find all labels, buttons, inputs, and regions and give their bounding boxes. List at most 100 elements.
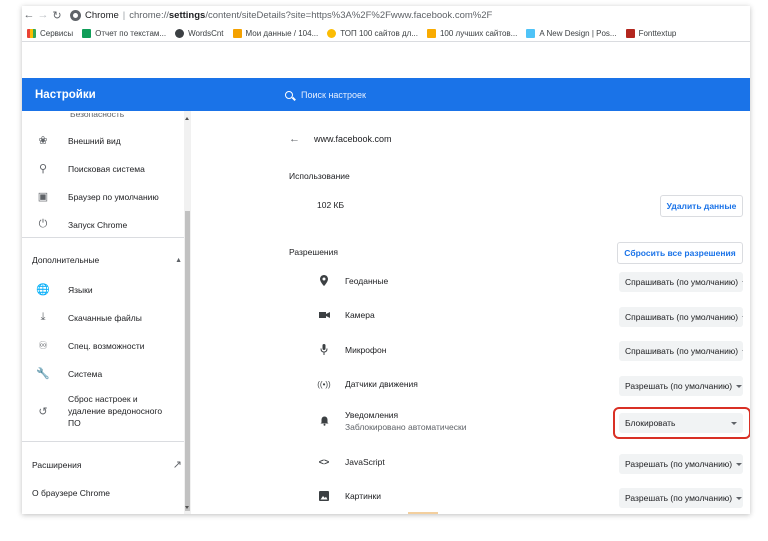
- bookmark-item[interactable]: WordsCnt: [175, 28, 224, 38]
- permission-text: Уведомления Заблокировано автоматически: [345, 410, 466, 432]
- scroll-down-arrow-icon[interactable]: [185, 506, 189, 509]
- scroll-indicator: [408, 512, 438, 514]
- permissions-heading: Разрешения: [289, 247, 338, 257]
- folder-orange-icon: [232, 28, 242, 38]
- sidebar-item-accessibility[interactable]: ♾ Спец. возможности: [22, 339, 190, 352]
- sidebar-item-languages[interactable]: 🌐 Языки: [22, 283, 190, 296]
- usage-heading: Использование: [289, 171, 350, 181]
- chevron-down-icon: [742, 349, 743, 353]
- permission-select-motion-sensors[interactable]: Разрешать (по умолчанию): [619, 376, 743, 396]
- settings-header: Настройки: [22, 78, 750, 111]
- sidebar-item-search-engine[interactable]: ⚲ Поисковая система: [22, 162, 190, 175]
- bookmark-item[interactable]: A New Design | Pos...: [526, 28, 617, 38]
- chevron-down-icon: [736, 496, 743, 500]
- select-value: Разрешать (по умолчанию): [625, 381, 733, 391]
- permission-select-javascript[interactable]: Разрешать (по умолчанию): [619, 454, 743, 474]
- globe-icon: 🌐: [36, 284, 50, 296]
- scrollbar-thumb[interactable]: [185, 211, 190, 511]
- bookmark-item[interactable]: Мои данные / 104...: [232, 28, 319, 38]
- browser-icon: ▣: [37, 191, 49, 203]
- restore-icon: ↺: [38, 405, 48, 418]
- sidebar-item-label: Запуск Chrome: [68, 219, 128, 230]
- plus-green-icon: [82, 28, 92, 38]
- sidebar-item-cut: Безопасность: [70, 113, 125, 118]
- sidebar-item-system[interactable]: 🔧 Система: [22, 367, 190, 380]
- forward-arrow-icon[interactable]: →: [36, 6, 50, 24]
- select-value: Спрашивать (по умолчанию): [625, 277, 739, 287]
- sidebar-item-extensions[interactable]: Расширения ↗: [32, 458, 182, 471]
- bookmark-label: Мои данные / 104...: [245, 28, 319, 38]
- bookmark-label: 100 лучших сайтов...: [439, 28, 518, 38]
- chevron-down-icon: [736, 384, 743, 388]
- permission-label: Микрофон: [345, 344, 387, 355]
- sidebar: Безопасность ❀ Внешний вид ⚲ Поисковая с…: [22, 111, 190, 514]
- bookmark-item[interactable]: Fonttextup: [625, 28, 676, 38]
- design-icon: [526, 28, 536, 38]
- sidebar-advanced-toggle[interactable]: Дополнительные ▲: [32, 255, 182, 265]
- select-value: Разрешать (по умолчанию): [625, 493, 733, 503]
- permission-select-images[interactable]: Разрешать (по умолчанию): [619, 488, 743, 508]
- bell-icon: [317, 416, 331, 426]
- search-input[interactable]: [301, 89, 601, 100]
- search-bar[interactable]: [277, 84, 750, 105]
- permission-select-camera[interactable]: Спрашивать (по умолчанию): [619, 307, 743, 327]
- sidebar-item-on-startup[interactable]: ⏻ Запуск Chrome: [22, 218, 190, 231]
- scroll-up-arrow-icon[interactable]: [185, 117, 189, 120]
- bookmark-label: Отчет по текстам...: [95, 28, 167, 38]
- sidebar-item-default-browser[interactable]: ▣ Браузер по умолчанию: [22, 190, 190, 203]
- palette-icon: ❀: [38, 135, 48, 147]
- sidebar-item-reset[interactable]: ↺ Сброс настроек и удаление вредоносного…: [22, 393, 190, 429]
- permission-select-location[interactable]: Спрашивать (по умолчанию): [619, 272, 743, 292]
- red-highlight-frame: [613, 407, 750, 439]
- bookmark-label: ТОП 100 сайтов дл...: [340, 28, 418, 38]
- sidebar-item-label: Система: [68, 368, 103, 379]
- clear-data-button[interactable]: Удалить данные: [660, 195, 743, 217]
- chevron-down-icon: [742, 315, 743, 319]
- sidebar-item-label: Браузер по умолчанию: [68, 191, 159, 202]
- tab-label: Chrome: [85, 9, 119, 21]
- bookmark-item[interactable]: Сервисы: [27, 28, 73, 38]
- sidebar-item-downloads[interactable]: ⤓ Скачанные файлы: [22, 311, 190, 324]
- sidebar-item-about[interactable]: О браузере Chrome: [32, 488, 182, 498]
- url-host: settings: [168, 9, 206, 21]
- select-value: Спрашивать (по умолчанию): [625, 312, 739, 322]
- sidebar-section-label: Расширения: [32, 459, 82, 470]
- url-separator: |: [122, 9, 126, 21]
- permission-label: Камера: [345, 310, 375, 320]
- reset-permissions-button[interactable]: Сбросить все разрешения: [617, 242, 743, 264]
- bookmark-item[interactable]: Отчет по текстам...: [82, 28, 167, 38]
- back-arrow-icon[interactable]: ←: [22, 6, 36, 24]
- permission-select-microphone[interactable]: Спрашивать (по умолчанию): [619, 341, 743, 361]
- back-arrow-icon[interactable]: ←: [289, 133, 300, 145]
- wordscnt-icon: [175, 28, 185, 38]
- apps-grid-icon: [27, 28, 36, 38]
- sidebar-section-label: О браузере Chrome: [32, 488, 111, 498]
- fonttextup-icon: [625, 28, 635, 38]
- accessibility-icon: ♾: [38, 340, 48, 352]
- c-yellow-icon: [426, 28, 436, 38]
- bookmark-item[interactable]: 100 лучших сайтов...: [426, 28, 518, 38]
- permission-label: JavaScript: [345, 457, 385, 467]
- search-icon: [285, 90, 293, 99]
- sidebar-item-label: Сброс настроек и удаление вредоносного П…: [68, 393, 162, 429]
- permission-sublabel: Заблокировано автоматически: [345, 422, 467, 432]
- camera-icon: [317, 311, 331, 319]
- image-icon: [317, 491, 331, 501]
- chrome-info-icon[interactable]: [70, 9, 81, 21]
- back-to-site-settings[interactable]: ← www.facebook.com: [289, 133, 392, 145]
- bookmark-label: A New Design | Pos...: [539, 28, 617, 38]
- permission-label: Датчики движения: [345, 379, 418, 389]
- bookmark-item[interactable]: ТОП 100 сайтов дл...: [327, 28, 418, 38]
- address-bar[interactable]: Chrome | chrome:// settings /content/sit…: [70, 7, 750, 23]
- page-title: Настройки: [35, 88, 96, 101]
- sidebar-item-appearance[interactable]: ❀ Внешний вид: [22, 134, 190, 147]
- sidebar-item-label: Поисковая система: [68, 163, 145, 174]
- sidebar-item-label: Скачанные файлы: [68, 312, 142, 323]
- reset-line-2: удаление вредоносного: [68, 406, 163, 416]
- chevron-down-icon: [742, 280, 743, 284]
- url-rest: /content/siteDetails?site=https%3A%2F%2F…: [205, 9, 493, 21]
- url-prefix: chrome://: [129, 9, 169, 21]
- wrench-icon: 🔧: [36, 368, 50, 380]
- reload-icon[interactable]: ↻: [50, 6, 64, 24]
- usage-value: 102 КБ: [317, 200, 345, 210]
